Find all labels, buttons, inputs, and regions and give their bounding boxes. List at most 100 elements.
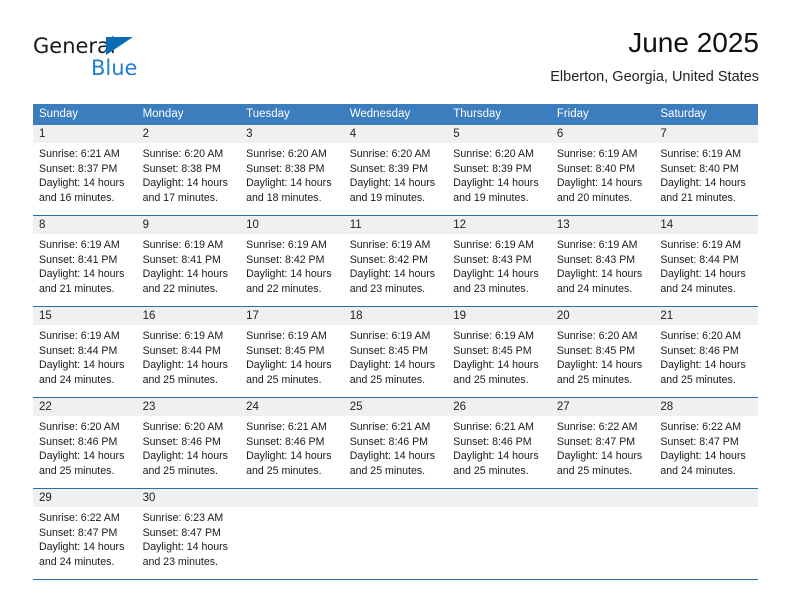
day-cell-inner: 9 Sunrise: 6:19 AM Sunset: 8:41 PM Daylight… [136, 216, 241, 304]
day-number: 28 [654, 398, 758, 416]
daylight-text-line1: Daylight: 14 hours [142, 541, 228, 554]
day-cell-inner [343, 489, 448, 577]
calendar-day-cell[interactable]: 11 Sunrise: 6:19 AM Sunset: 8:42 PM Dayligh… [343, 215, 448, 307]
sunset-text: Sunset: 8:44 PM [142, 344, 221, 357]
sunrise-text: Sunrise: 6:19 AM [142, 330, 224, 342]
sunset-text: Sunset: 8:41 PM [39, 253, 118, 266]
calendar-day-cell[interactable]: 24 Sunrise: 6:21 AM Sunset: 8:46 PM Dayligh… [240, 397, 344, 489]
day-cell-inner: 21 Sunrise: 6:20 AM Sunset: 8:46 PM Dayligh… [654, 307, 758, 395]
calendar-day-cell[interactable]: 19 Sunrise: 6:19 AM Sunset: 8:45 PM Dayligh… [447, 306, 551, 398]
day-details: Sunrise: 6:19 AM Sunset: 8:45 PM Daylight:… [447, 325, 551, 387]
calendar-day-cell [447, 488, 551, 580]
calendar-day-cell[interactable]: 3 Sunrise: 6:20 AM Sunset: 8:38 PM Daylight… [240, 125, 344, 216]
day-cell-inner: 24 Sunrise: 6:21 AM Sunset: 8:46 PM Dayligh… [240, 398, 344, 486]
sunrise-text: Sunrise: 6:19 AM [453, 239, 534, 251]
daylight-text-line1: Daylight: 14 hours [453, 177, 539, 190]
daylight-text-line2: and 25 minutes. [39, 464, 115, 477]
calendar-day-cell[interactable]: 12 Sunrise: 6:19 AM Sunset: 8:43 PM Dayligh… [447, 215, 551, 307]
page-header: General Blue June 2025 Elberton, Georgia… [33, 26, 759, 98]
sunrise-text: Sunrise: 6:20 AM [142, 421, 224, 433]
calendar-day-cell[interactable]: 26 Sunrise: 6:21 AM Sunset: 8:46 PM Dayligh… [447, 397, 551, 489]
logo-text-blue: Blue [91, 56, 138, 80]
day-details: Sunrise: 6:19 AM Sunset: 8:40 PM Daylight:… [551, 143, 655, 205]
day-number: 2 [136, 125, 241, 143]
calendar-week-row: 29 Sunrise: 6:22 AM Sunset: 8:47 PM Dayligh… [33, 488, 758, 580]
day-cell-inner: 13 Sunrise: 6:19 AM Sunset: 8:43 PM Dayligh… [550, 216, 655, 304]
sunset-text: Sunset: 8:45 PM [349, 344, 429, 357]
sunset-text: Sunset: 8:40 PM [660, 162, 739, 175]
calendar-day-cell[interactable]: 16 Sunrise: 6:19 AM Sunset: 8:44 PM Dayligh… [136, 306, 241, 398]
day-number: 24 [240, 398, 344, 416]
sunset-text: Sunset: 8:42 PM [246, 253, 325, 266]
calendar-day-cell [240, 488, 344, 580]
calendar-day-cell[interactable]: 18 Sunrise: 6:19 AM Sunset: 8:45 PM Dayligh… [343, 306, 448, 398]
calendar-day-cell[interactable]: 29 Sunrise: 6:22 AM Sunset: 8:47 PM Dayligh… [33, 488, 137, 580]
day-number: 4 [343, 125, 448, 143]
calendar-day-cell[interactable]: 20 Sunrise: 6:20 AM Sunset: 8:45 PM Dayligh… [550, 306, 655, 398]
calendar-day-cell[interactable]: 1 Sunrise: 6:21 AM Sunset: 8:37 PM Daylight… [33, 125, 137, 216]
daylight-text-line1: Daylight: 14 hours [660, 359, 746, 372]
day-number [343, 489, 448, 507]
daylight-text-line2: and 25 minutes. [556, 373, 633, 386]
day-number: 19 [447, 307, 551, 325]
day-cell-inner: 10 Sunrise: 6:19 AM Sunset: 8:42 PM Dayligh… [240, 216, 344, 304]
calendar-day-cell[interactable]: 6 Sunrise: 6:19 AM Sunset: 8:40 PM Daylight… [550, 125, 655, 216]
sunset-text: Sunset: 8:45 PM [453, 344, 532, 357]
day-cell-inner: 28 Sunrise: 6:22 AM Sunset: 8:47 PM Dayligh… [654, 398, 758, 486]
calendar-day-cell[interactable]: 22 Sunrise: 6:20 AM Sunset: 8:46 PM Dayligh… [33, 397, 137, 489]
day-details: Sunrise: 6:19 AM Sunset: 8:41 PM Daylight:… [33, 234, 137, 296]
sunrise-text: Sunrise: 6:19 AM [142, 239, 224, 251]
day-number: 22 [33, 398, 137, 416]
day-details: Sunrise: 6:19 AM Sunset: 8:42 PM Daylight:… [240, 234, 344, 296]
daylight-text-line2: and 25 minutes. [246, 464, 322, 477]
calendar-day-cell[interactable]: 28 Sunrise: 6:22 AM Sunset: 8:47 PM Dayligh… [654, 397, 758, 489]
day-details: Sunrise: 6:19 AM Sunset: 8:44 PM Daylight:… [137, 325, 241, 387]
day-cell-inner: 14 Sunrise: 6:19 AM Sunset: 8:44 PM Dayligh… [654, 216, 758, 304]
day-details: Sunrise: 6:22 AM Sunset: 8:47 PM Daylight:… [33, 507, 137, 569]
day-number: 6 [550, 125, 655, 143]
day-number: 1 [33, 125, 137, 143]
day-cell-inner: 18 Sunrise: 6:19 AM Sunset: 8:45 PM Dayligh… [343, 307, 448, 395]
calendar-day-cell[interactable]: 13 Sunrise: 6:19 AM Sunset: 8:43 PM Dayligh… [550, 215, 655, 307]
day-number: 3 [240, 125, 344, 143]
sunrise-text: Sunrise: 6:19 AM [39, 330, 120, 342]
calendar-day-cell[interactable]: 2 Sunrise: 6:20 AM Sunset: 8:38 PM Daylight… [136, 125, 241, 216]
title-block: June 2025 Elberton, Georgia, United Stat… [550, 26, 759, 86]
day-number: 11 [343, 216, 448, 234]
sunrise-text: Sunrise: 6:20 AM [453, 148, 534, 160]
daylight-text-line1: Daylight: 14 hours [39, 450, 125, 463]
daylight-text-line2: and 23 minutes. [453, 282, 529, 295]
calendar-day-cell[interactable]: 30 Sunrise: 6:23 AM Sunset: 8:47 PM Dayligh… [136, 488, 241, 580]
calendar-day-cell[interactable]: 4 Sunrise: 6:20 AM Sunset: 8:39 PM Daylight… [343, 125, 448, 216]
day-cell-inner: 4 Sunrise: 6:20 AM Sunset: 8:39 PM Daylight… [343, 125, 448, 213]
calendar-day-cell[interactable]: 15 Sunrise: 6:19 AM Sunset: 8:44 PM Dayligh… [33, 306, 137, 398]
daylight-text-line2: and 21 minutes. [39, 282, 115, 295]
calendar-day-cell[interactable]: 27 Sunrise: 6:22 AM Sunset: 8:47 PM Dayligh… [550, 397, 655, 489]
daylight-text-line1: Daylight: 14 hours [660, 177, 746, 190]
sunset-text: Sunset: 8:46 PM [142, 435, 221, 448]
sunrise-text: Sunrise: 6:22 AM [39, 512, 120, 524]
day-details: Sunrise: 6:20 AM Sunset: 8:45 PM Daylight:… [551, 325, 655, 387]
daylight-text-line1: Daylight: 14 hours [39, 268, 125, 281]
daylight-text-line2: and 24 minutes. [39, 373, 115, 386]
calendar-day-cell[interactable]: 5 Sunrise: 6:20 AM Sunset: 8:39 PM Daylight… [447, 125, 551, 216]
calendar-day-cell[interactable]: 7 Sunrise: 6:19 AM Sunset: 8:40 PM Daylight… [654, 125, 758, 216]
calendar-day-cell[interactable]: 14 Sunrise: 6:19 AM Sunset: 8:44 PM Dayligh… [654, 215, 758, 307]
calendar-day-cell[interactable]: 17 Sunrise: 6:19 AM Sunset: 8:45 PM Dayligh… [240, 306, 344, 398]
daylight-text-line1: Daylight: 14 hours [556, 177, 643, 190]
daylight-text-line1: Daylight: 14 hours [39, 359, 125, 372]
day-details: Sunrise: 6:22 AM Sunset: 8:47 PM Daylight:… [654, 416, 758, 478]
calendar-day-cell[interactable]: 25 Sunrise: 6:21 AM Sunset: 8:46 PM Dayligh… [343, 397, 448, 489]
day-number: 23 [136, 398, 241, 416]
calendar-day-cell[interactable]: 8 Sunrise: 6:19 AM Sunset: 8:41 PM Daylight… [33, 215, 137, 307]
daylight-text-line2: and 23 minutes. [142, 555, 218, 568]
day-number: 27 [550, 398, 655, 416]
calendar-day-cell[interactable]: 10 Sunrise: 6:19 AM Sunset: 8:42 PM Dayligh… [240, 215, 344, 307]
calendar-day-cell[interactable]: 21 Sunrise: 6:20 AM Sunset: 8:46 PM Dayligh… [654, 306, 758, 398]
sunrise-text: Sunrise: 6:20 AM [660, 330, 742, 342]
sunset-text: Sunset: 8:39 PM [453, 162, 532, 175]
calendar-day-cell[interactable]: 23 Sunrise: 6:20 AM Sunset: 8:46 PM Dayligh… [136, 397, 241, 489]
daylight-text-line1: Daylight: 14 hours [142, 450, 228, 463]
daylight-text-line2: and 25 minutes. [556, 464, 633, 477]
calendar-day-cell[interactable]: 9 Sunrise: 6:19 AM Sunset: 8:41 PM Daylight… [136, 215, 241, 307]
